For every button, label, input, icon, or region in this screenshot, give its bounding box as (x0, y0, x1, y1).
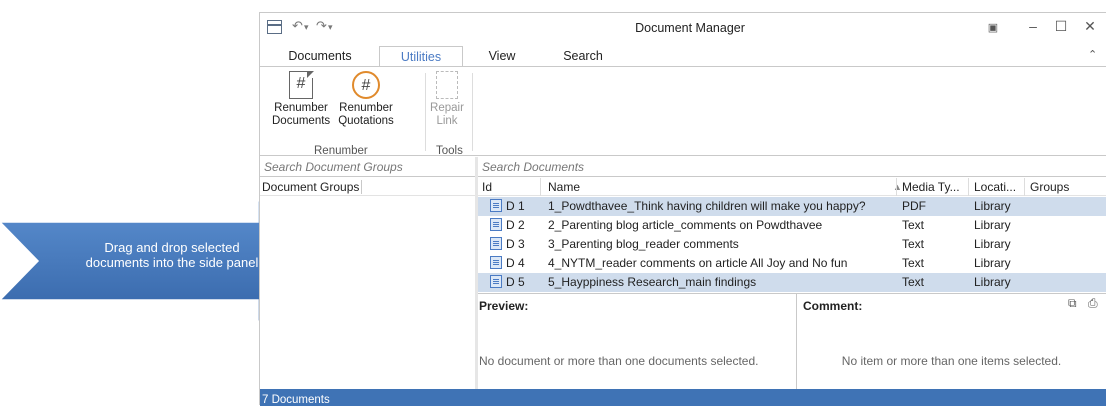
document-name: 5_Hayppiness Research_main findings (548, 275, 757, 289)
ribbon-display-icon[interactable]: ▣ (983, 21, 1003, 34)
document-location: Library (974, 275, 1011, 289)
document-groups-drop-area[interactable] (260, 197, 475, 389)
ribbon-separator (425, 73, 426, 151)
preview-comment-splitter[interactable] (796, 294, 797, 389)
undo-icon[interactable]: ↶ (292, 18, 303, 34)
column-media-type[interactable]: Media Ty... (902, 178, 960, 196)
document-media-type: Text (902, 275, 925, 289)
sort-ascending-icon: ▲ (893, 182, 902, 192)
ribbon-separator (472, 73, 473, 151)
redo-icon[interactable]: ↷ (316, 18, 327, 34)
collapse-ribbon-icon[interactable]: ⌃ (1088, 48, 1097, 61)
close-button[interactable]: ✕ (1080, 18, 1100, 35)
document-count: 7 Documents (262, 394, 330, 406)
document-manager-window: ↶ ▾ ↷ ▾ Document Manager ▣ – ☐ ✕ Documen… (259, 12, 1106, 406)
callout-text: Drag and drop selected documents into th… (85, 240, 259, 270)
search-document-groups-input[interactable]: Search Document Groups (260, 157, 475, 177)
divider (478, 293, 1106, 294)
tab-view[interactable]: View (482, 46, 522, 66)
document-media-type: Text (902, 237, 925, 251)
search-documents-input[interactable]: Search Documents (478, 157, 1106, 177)
customize-toolbar-icon[interactable]: ▾ (328, 22, 333, 33)
document-media-type: Text (902, 256, 925, 270)
renumber-documents-button[interactable]: # Renumber Documents (272, 70, 331, 128)
document-hash-icon: # (289, 70, 314, 99)
tab-documents[interactable]: Documents (280, 46, 360, 66)
table-row[interactable]: D 4 4_NYTM_reader comments on article Al… (478, 254, 1106, 273)
repair-link-label-1: Repair (430, 102, 464, 114)
pdf-document-icon (490, 199, 502, 212)
open-external-icon[interactable]: ⧉ (1068, 296, 1077, 311)
repair-link-label-2: Link (436, 115, 458, 127)
minimize-button[interactable]: – (1023, 18, 1043, 34)
table-row[interactable]: D 1 1_Powdthavee_Think having children w… (478, 197, 1106, 216)
tab-search[interactable]: Search (558, 46, 608, 66)
column-divider[interactable] (540, 178, 541, 196)
table-row[interactable]: D 2 2_Parenting blog article_comments on… (478, 216, 1106, 235)
document-name: 4_NYTM_reader comments on article All Jo… (548, 256, 848, 270)
document-name: 1_Powdthavee_Think having children will … (548, 199, 866, 213)
document-name: 3_Parenting blog_reader comments (548, 237, 739, 251)
column-divider[interactable] (1024, 178, 1025, 196)
document-media-type: PDF (902, 199, 926, 213)
document-name: 2_Parenting blog article_comments on Pow… (548, 218, 823, 232)
renumber-documents-label-2: Documents (272, 115, 331, 127)
document-id: D 1 (490, 197, 525, 216)
column-groups[interactable]: Groups (1030, 178, 1069, 196)
document-groups-header: Document Groups (260, 178, 475, 196)
repair-link-icon (436, 71, 458, 99)
window-title: Document Manager (635, 21, 745, 35)
document-id: D 2 (490, 216, 525, 235)
document-id: D 3 (490, 235, 525, 254)
document-media-type: Text (902, 218, 925, 232)
ribbon: # Renumber Documents # Renumber Quotatio… (260, 66, 1106, 157)
column-divider[interactable] (896, 178, 897, 196)
document-groups-column-header[interactable]: Document Groups (262, 180, 363, 194)
renumber-quotations-label-2: Quotations (338, 115, 394, 127)
text-document-icon (490, 218, 502, 231)
text-document-icon (490, 256, 502, 269)
title-bar: ↶ ▾ ↷ ▾ Document Manager ▣ – ☐ ✕ (260, 13, 1106, 41)
table-row[interactable]: D 3 3_Parenting blog_reader comments Tex… (478, 235, 1106, 254)
renumber-quotations-label-1: Renumber (339, 102, 393, 114)
tab-utilities[interactable]: Utilities (379, 46, 463, 67)
status-bar: 7 Documents (260, 389, 1106, 406)
document-id: D 4 (490, 254, 525, 273)
document-location: Library (974, 256, 1011, 270)
document-id: D 5 (490, 273, 525, 292)
document-location: Library (974, 237, 1011, 251)
circle-hash-icon: # (352, 71, 380, 99)
repair-link-button[interactable]: Repair Link (427, 71, 467, 128)
column-divider[interactable] (968, 178, 969, 196)
document-location: Library (974, 199, 1011, 213)
undo-dropdown-icon[interactable]: ▾ (304, 22, 309, 33)
comment-label: Comment: (803, 299, 863, 313)
column-id[interactable]: Id (482, 178, 492, 196)
ribbon-group-renumber: Renumber (314, 145, 368, 157)
text-document-icon (490, 275, 502, 288)
column-name[interactable]: Name (548, 178, 580, 196)
save-icon[interactable]: ⎙ (1088, 296, 1098, 311)
preview-label: Preview: (479, 299, 529, 313)
preview-message: No document or more than one documents s… (479, 354, 759, 368)
maximize-button[interactable]: ☐ (1051, 18, 1071, 35)
comment-message: No item or more than one items selected. (841, 354, 1062, 368)
renumber-documents-label-1: Renumber (274, 102, 328, 114)
column-location[interactable]: Locati... (974, 178, 1016, 196)
table-row[interactable]: D 5 5_Hayppiness Research_main findings … (478, 273, 1106, 292)
documents-table-header: Id Name ▲ Media Ty... Locati... Groups (478, 178, 1106, 196)
app-window-icon[interactable] (267, 20, 282, 34)
text-document-icon (490, 237, 502, 250)
renumber-quotations-button[interactable]: # Renumber Quotations (334, 71, 398, 128)
document-location: Library (974, 218, 1011, 232)
ribbon-group-tools: Tools (436, 145, 463, 157)
